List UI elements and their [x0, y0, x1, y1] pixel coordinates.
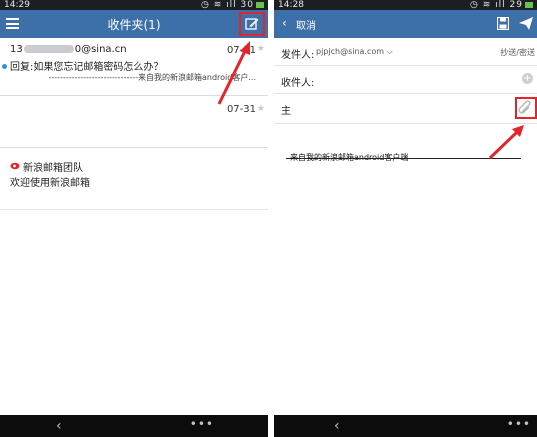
- system-nav-bar: ‹ •••: [274, 415, 537, 437]
- attachment-button[interactable]: [515, 97, 537, 119]
- compose-icon: [245, 18, 259, 30]
- mail-date: 07-31: [226, 104, 256, 115]
- status-time: 14:29: [4, 0, 30, 10]
- battery-icon: [256, 1, 264, 8]
- more-icon[interactable]: •••: [507, 417, 531, 431]
- mail-sender: 13 0@sina.cn: [10, 44, 127, 55]
- add-recipient-icon[interactable]: +: [522, 73, 533, 84]
- mail-list-item[interactable]: 07-31 ★: [0, 96, 268, 148]
- compose-screen: 14:28 ◷ ≋ ıll 29 ‹ 取消 发件人: pjpjch@sina.c…: [274, 0, 537, 437]
- page-title: 收件夹(1): [107, 18, 161, 32]
- mail-subject: 回复:如果您忘记邮箱密码怎么办？: [10, 62, 164, 73]
- star-icon[interactable]: ★: [257, 44, 265, 54]
- from-field[interactable]: 发件人: pjpjch@sina.com ⌵ 抄送/密送: [274, 38, 537, 66]
- compose-button[interactable]: [239, 12, 265, 36]
- cc-bcc-button[interactable]: 抄送/密送: [500, 47, 535, 58]
- mail-list-item[interactable]: 新浪邮箱团队 欢迎使用新浪邮箱: [0, 148, 268, 210]
- attachment-icon: [518, 100, 531, 114]
- status-bar: 14:29 ◷ ≋ ıll 30: [0, 0, 268, 10]
- sina-logo-icon: [10, 162, 20, 170]
- status-icons: ◷ ≋ ıll 29: [470, 0, 533, 10]
- mail-preview: -------------------------------来自我的新浪邮箱a…: [48, 73, 256, 82]
- subject-label: 主: [281, 106, 291, 117]
- more-icon[interactable]: •••: [190, 417, 214, 431]
- system-nav-bar: ‹ •••: [0, 415, 268, 437]
- recipient-field[interactable]: 收件人: +: [274, 66, 537, 94]
- inbox-screen: 14:29 ◷ ≋ ıll 30 收件夹(1) 13 0@sina.cn 07-3…: [0, 0, 268, 437]
- save-draft-icon[interactable]: [497, 17, 509, 30]
- signature-underline: [286, 158, 521, 159]
- mail-list-item[interactable]: 13 0@sina.cn 07-31 ★ 回复:如果您忘记邮箱密码怎么办？ ---…: [0, 38, 268, 96]
- battery-icon: [525, 1, 533, 8]
- mail-sender: 新浪邮箱团队: [23, 163, 83, 174]
- back-chevron-icon[interactable]: ‹: [282, 16, 287, 30]
- cancel-button[interactable]: 取消: [296, 17, 316, 32]
- from-label: 发件人:: [281, 50, 315, 61]
- back-icon[interactable]: ‹: [334, 418, 340, 434]
- from-address[interactable]: pjpjch@sina.com ⌵: [316, 47, 393, 57]
- compose-header: ‹ 取消: [274, 10, 537, 38]
- send-icon[interactable]: [519, 17, 533, 30]
- chevron-down-icon: ⌵: [386, 47, 393, 56]
- mail-date: 07-31: [226, 45, 256, 56]
- back-icon[interactable]: ‹: [56, 418, 62, 434]
- subject-field[interactable]: 主: [274, 94, 537, 124]
- status-icons: ◷ ≋ ıll 30: [201, 0, 264, 10]
- unread-indicator: [2, 64, 7, 69]
- star-icon[interactable]: ★: [257, 104, 265, 114]
- recipient-label: 收件人:: [281, 78, 315, 89]
- status-time: 14:28: [278, 0, 304, 10]
- status-bar: 14:28 ◷ ≋ ıll 29: [274, 0, 537, 10]
- inbox-header: 收件夹(1): [0, 10, 268, 38]
- mail-subject: 欢迎使用新浪邮箱: [10, 178, 90, 189]
